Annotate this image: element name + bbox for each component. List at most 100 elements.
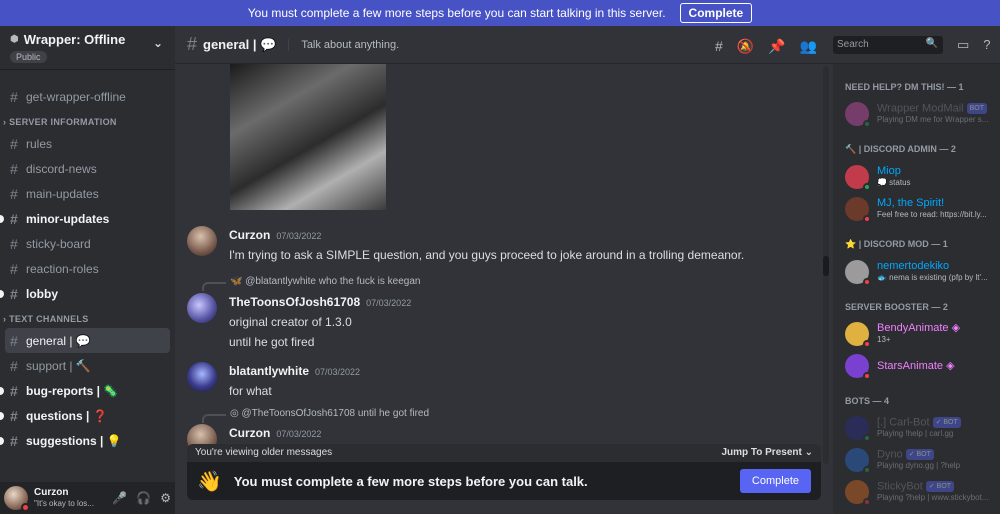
- reply-preview[interactable]: ◎ @TheToonsOfJosh61708 until he got fire…: [230, 408, 429, 419]
- member-item[interactable]: Miop 💭 status: [845, 161, 1000, 193]
- avatar[interactable]: [187, 293, 217, 323]
- status-icon: [863, 498, 871, 506]
- avatar[interactable]: [4, 486, 30, 512]
- chevron-down-icon[interactable]: ⌄: [153, 36, 163, 50]
- member-group-header: SERVER BOOSTER — 2: [845, 302, 948, 312]
- status-icon: [863, 183, 871, 191]
- reply-preview[interactable]: 🦋 @blatantlywhite who the fuck is keegan: [230, 276, 421, 287]
- channel-item[interactable]: # general | 💬: [5, 328, 170, 353]
- message-author[interactable]: TheToonsOfJosh61708: [229, 295, 360, 309]
- membership-gate: 👋 You must complete a few more steps bef…: [187, 462, 821, 500]
- member-item[interactable]: nemertodekiko 🐟 nema is existing (pfp by …: [845, 256, 1000, 288]
- hashtag-icon: #: [10, 160, 18, 177]
- gear-icon[interactable]: ⚙: [160, 491, 171, 505]
- channel-item[interactable]: # questions | ❓: [0, 403, 175, 428]
- channel-item[interactable]: # sticky-board: [0, 231, 175, 256]
- avatar[interactable]: [187, 362, 217, 392]
- channel-item[interactable]: # reaction-roles: [0, 256, 175, 281]
- scrollbar-thumb[interactable]: [823, 256, 829, 276]
- member-name: [.] Carl-Bot: [877, 416, 930, 429]
- channel-sidebar: ⬢ Wrapper: Offline ⌄ Public # get-wrapper…: [0, 26, 175, 514]
- channel-label: general | 💬: [26, 333, 91, 348]
- channel-label: lobby: [26, 286, 58, 301]
- member-name: Dyno: [877, 448, 903, 461]
- channel-item[interactable]: # minor-updates: [0, 206, 175, 231]
- member-item[interactable]: [.] Carl-Bot ✓ BOT Playing !help | carl.gg: [845, 412, 1000, 444]
- attachment-image[interactable]: [230, 64, 386, 210]
- search-input[interactable]: Search 🔍: [833, 35, 943, 54]
- bot-badge: ✓ BOT: [905, 448, 934, 460]
- member-item[interactable]: BendyAnimate ◈ 13+: [845, 318, 1000, 350]
- hashtag-icon: #: [10, 235, 18, 252]
- reply-author: @TheToonsOfJosh61708: [241, 408, 356, 419]
- channel-label: bug-reports | 🦠: [26, 383, 119, 398]
- member-activity: 13+: [877, 335, 891, 344]
- hashtag-icon: #: [10, 407, 18, 424]
- avatar: [845, 448, 871, 474]
- message-author[interactable]: Curzon: [229, 426, 270, 440]
- member-activity: Playing !help | carl.gg: [877, 429, 954, 439]
- message: Curzon 07/03/2022: [187, 424, 321, 454]
- hashtag-icon: #: [10, 210, 18, 227]
- threads-icon[interactable]: #: [715, 38, 723, 55]
- reply-text: until he got fired: [357, 408, 430, 419]
- banner-complete-button[interactable]: Complete: [679, 3, 753, 23]
- help-icon[interactable]: ?: [983, 37, 990, 53]
- gate-text: You must complete a few more steps befor…: [233, 473, 588, 489]
- category-label: TEXT CHANNELS: [9, 314, 89, 324]
- status-icon: [863, 372, 871, 380]
- avatar: [845, 322, 871, 348]
- jump-to-present-button[interactable]: Jump To Present ⌄: [721, 447, 813, 459]
- category-header[interactable]: › SERVER INFORMATION: [0, 109, 175, 131]
- hashtag-icon: #: [10, 185, 18, 202]
- avatar[interactable]: [187, 226, 217, 256]
- member-item[interactable]: Dyno ✓ BOT Playing dyno.gg | ?help: [845, 444, 1000, 476]
- message-timestamp: 07/03/2022: [315, 367, 361, 377]
- channel-item[interactable]: # discord-news: [0, 156, 175, 181]
- member-item[interactable]: StarsAnimate ◈: [845, 350, 1000, 382]
- channel-label: support | 🔨: [26, 358, 91, 373]
- status-icon: [863, 120, 871, 128]
- inbox-icon[interactable]: ▭: [957, 37, 969, 53]
- channel-label: sticky-board: [26, 236, 91, 251]
- member-activity: 🐟 nema is existing (pfp by lt'...: [877, 273, 988, 282]
- channel-item[interactable]: # main-updates: [0, 181, 175, 206]
- avatar: [845, 165, 871, 191]
- hashtag-icon: #: [10, 88, 18, 105]
- member-item[interactable]: StickyBot ✓ BOT Playing ?help | www.sticky…: [845, 476, 1000, 508]
- search-icon: 🔍: [925, 37, 938, 49]
- channel-item[interactable]: # lobby: [0, 281, 175, 306]
- member-item[interactable]: MJ, the Spirit! Feel free to read: https:…: [845, 193, 1000, 225]
- channel-label: suggestions | 💡: [26, 433, 122, 448]
- pin-icon[interactable]: 📌: [768, 38, 785, 55]
- member-item[interactable]: Wrapper ModMail BOT Playing DM me for Wrap…: [845, 98, 1000, 130]
- channel-title: general | 💬: [203, 36, 277, 52]
- member-activity: Feel free to read: https://bit.ly...: [877, 210, 987, 219]
- member-name: nemertodekiko: [877, 261, 950, 272]
- member-group-header: NEED HELP? DM THIS! — 1: [845, 82, 964, 92]
- channel-item[interactable]: # rules: [0, 131, 175, 156]
- members-icon[interactable]: 👥: [800, 38, 817, 55]
- microphone-muted-icon[interactable]: 🎤: [112, 491, 127, 505]
- member-group-header: ⭐ | DISCORD MOD — 1: [845, 239, 948, 249]
- reply-text: who the fuck is keegan: [318, 276, 421, 287]
- message-author[interactable]: Curzon: [229, 228, 270, 242]
- avatar: [845, 480, 871, 506]
- message-author[interactable]: blatantlywhite: [229, 364, 309, 378]
- hashtag-icon: #: [10, 285, 18, 302]
- channel-item[interactable]: # suggestions | 💡: [0, 428, 175, 453]
- headphones-icon[interactable]: 🎧: [136, 491, 151, 505]
- channel-topic[interactable]: Talk about anything.: [288, 38, 399, 51]
- onboarding-banner: You must complete a few more steps befor…: [0, 0, 1000, 26]
- server-header[interactable]: ⬢ Wrapper: Offline ⌄ Public: [0, 26, 175, 70]
- bell-muted-icon[interactable]: 🔕: [737, 38, 754, 55]
- gate-complete-button[interactable]: Complete: [739, 469, 811, 493]
- status-icon: [863, 466, 871, 474]
- status-icon: [863, 215, 871, 223]
- channel-label: reaction-roles: [26, 261, 99, 276]
- channel-item[interactable]: # support | 🔨: [0, 353, 175, 378]
- category-header[interactable]: › TEXT CHANNELS: [0, 306, 175, 328]
- channel-item[interactable]: # bug-reports | 🦠: [0, 378, 175, 403]
- channel-item[interactable]: # get-wrapper-offline: [0, 84, 175, 109]
- scrollbar[interactable]: [823, 66, 829, 464]
